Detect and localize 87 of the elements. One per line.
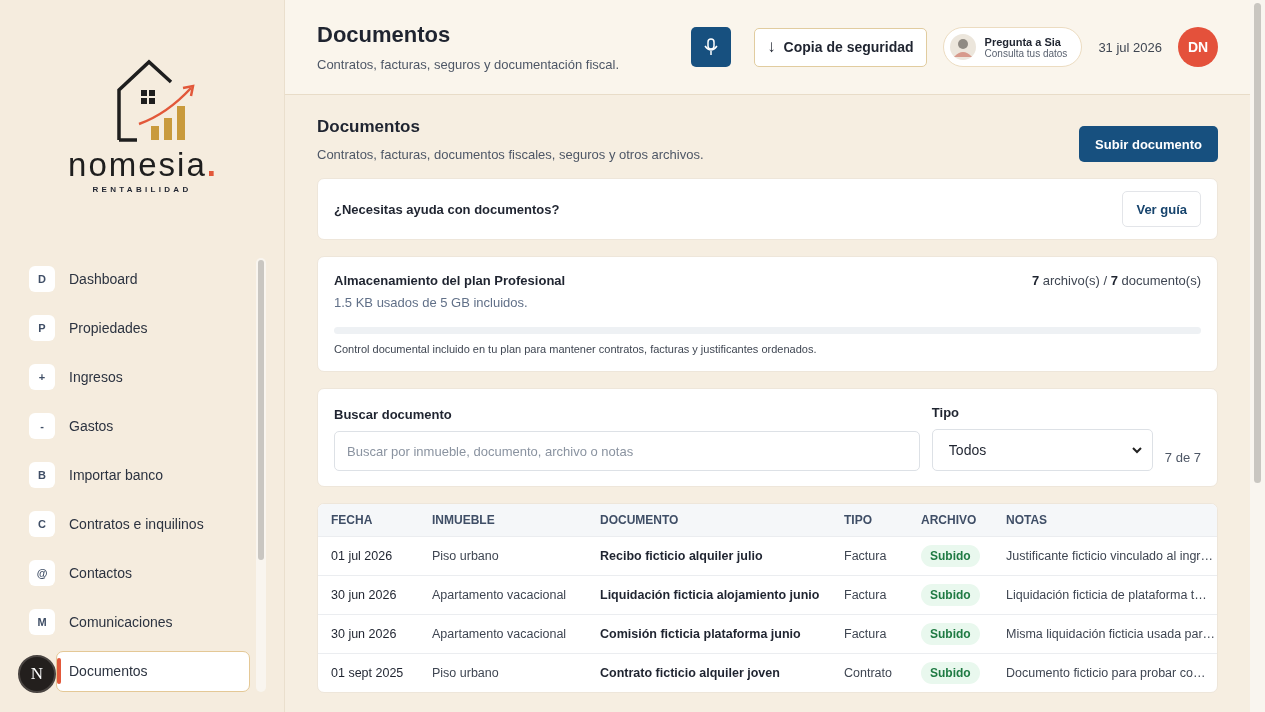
sidebar-item[interactable]: Documentos (56, 650, 250, 692)
table-cell-text: Justificante ficticio vinculado al ingr… (1006, 549, 1215, 563)
assistant-button[interactable]: Pregunta a Sia Consulta tus datos (942, 27, 1083, 67)
nav-label: Contactos (69, 565, 133, 582)
backup-button[interactable]: ↓ Copia de seguridad (754, 27, 927, 67)
storage-count: 7 archivo(s) / 7 documento(s) (1031, 273, 1201, 288)
table-cell-text: Apartamento vacacional (432, 627, 568, 641)
table-cell-text: Comisión ficticia plataforma junio (600, 627, 802, 641)
column-header: TIPO (844, 513, 873, 527)
table-cell-text: Documento ficticio para probar co… (1006, 666, 1207, 680)
storage-title: Almacenamiento del plan Profesional (334, 273, 566, 288)
column-header: FECHA (331, 513, 374, 527)
nav-badge: P (29, 314, 55, 341)
nav-label: Ingresos (69, 368, 123, 385)
help-bubble-button[interactable]: N (18, 655, 56, 693)
type-dropdown[interactable]: Todos (931, 429, 1153, 471)
section-title: Documentos (317, 117, 421, 137)
table-cell-text: Contrato ficticio alquiler joven (600, 666, 781, 680)
table-cell-text: Factura (844, 627, 888, 641)
column-header: NOTAS (1006, 513, 1049, 527)
column-header: INMUEBLE (432, 513, 496, 527)
caret-icon (1131, 446, 1142, 454)
nav-badge: B (29, 462, 55, 488)
search-label: Buscar documento (334, 407, 453, 422)
person-avatar-icon (948, 33, 977, 61)
table-cell-text: Piso urbano (432, 666, 500, 680)
table-cell-text: Apartamento vacacional (432, 588, 568, 602)
storage-note: Control documental incluido en tu plan para mantener contratos, facturas y justificantes ordenados. (334, 343, 818, 355)
page-title: Documentos (317, 22, 452, 48)
table-cell-text: 01 sept 2025 (331, 666, 405, 680)
nav-badge: C (29, 511, 55, 538)
table-cell-text: Recibo ficticio alquiler julio (600, 549, 764, 563)
help-text: ¿Necesitas ayuda con documentos? (334, 201, 560, 217)
nav-label: Dashboard (69, 270, 138, 287)
status-badge: Subido (921, 584, 980, 606)
user-avatar[interactable]: DN (1178, 27, 1218, 67)
sidebar-item[interactable]: P Propiedades (26, 307, 256, 349)
column-header: ARCHIVO (921, 513, 978, 527)
nav-badge: D (29, 265, 55, 292)
scrollbar[interactable] (256, 258, 266, 692)
nav-label: Contratos e inquilinos (69, 516, 204, 533)
upload-button[interactable]: Subir documento (1079, 126, 1218, 162)
nav-badge: - (29, 412, 55, 439)
status-badge: Subido (921, 662, 980, 684)
sidebar-item[interactable]: B Importar banco (26, 454, 256, 496)
table-cell-text: 01 jul 2026 (331, 549, 394, 563)
status-badge: Subido (921, 545, 980, 567)
storage-usage: 1.5 KB usados de 5 GB incluidos. (334, 295, 529, 310)
column-header: DOCUMENTO (600, 513, 680, 527)
brand-name: nomesia (68, 146, 207, 183)
sidebar-item[interactable]: D Dashboard (26, 258, 256, 300)
sidebar-item[interactable]: C Contratos e inquilinos (26, 503, 256, 545)
brand-dot: . (206, 146, 216, 183)
nav-marker (57, 658, 61, 685)
page-subtitle: Contratos, facturas, seguros y documentación fiscal. (317, 57, 621, 72)
current-date: 31 jul 2026 (1098, 39, 1162, 55)
microphone-icon (703, 38, 720, 56)
microphone-button[interactable] (691, 27, 732, 67)
status-badge: Subido (921, 623, 980, 645)
nav-label: Gastos (69, 417, 114, 434)
nav-badge: M (29, 609, 55, 636)
result-count: 7 de 7 (1164, 450, 1201, 465)
nav-label: Comunicaciones (69, 614, 173, 631)
scrollbar[interactable] (1250, 0, 1265, 712)
nav-label: Importar banco (69, 467, 164, 483)
guide-button[interactable]: Ver guía (1122, 191, 1201, 227)
table-cell-text: Factura (844, 588, 888, 602)
table-cell-text: Contrato (844, 666, 893, 680)
section-subtitle: Contratos, facturas, documentos fiscales, seguros y otros archivos. (317, 147, 704, 162)
table-cell-text: 30 jun 2026 (331, 588, 398, 602)
sidebar-item[interactable]: M Comunicaciones (26, 601, 256, 643)
table-cell-text: Factura (844, 549, 888, 563)
brand-tagline: RENTABILIDAD (92, 185, 192, 194)
sidebar-item[interactable]: - Gastos (26, 405, 256, 447)
nav-badge: @ (29, 560, 55, 587)
table-cell: Misma liquidación ficticia usada par… (1006, 627, 1217, 641)
nav-label: Propiedades (69, 319, 148, 336)
type-label: Tipo (931, 405, 961, 420)
table-cell-text: Piso urbano (432, 549, 500, 563)
sidebar-item[interactable]: @ Contactos (26, 552, 256, 594)
table-cell-text: 30 jun 2026 (331, 627, 398, 641)
table-cell-text: Liquidación ficticia de plataforma t… (1006, 588, 1208, 602)
sidebar-item[interactable]: + Ingresos (26, 356, 256, 398)
nav-badge: + (29, 363, 55, 390)
search-field[interactable]: Buscar por inmueble, documento, archivo o notas (334, 431, 920, 471)
nav-label: Documentos (69, 663, 148, 680)
table-cell-text: Liquidación ficticia alojamiento junio (600, 588, 821, 602)
